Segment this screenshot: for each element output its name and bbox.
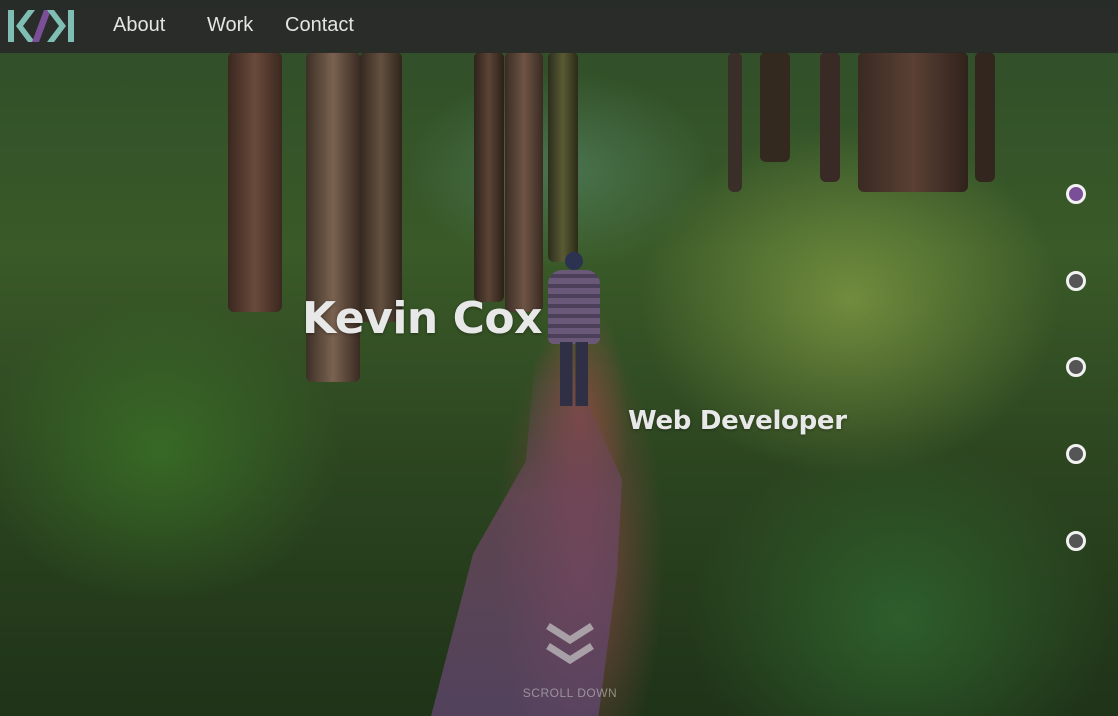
- scroll-down-button[interactable]: SCROLL DOWN: [510, 620, 630, 706]
- scroll-down-label: SCROLL DOWN: [522, 686, 618, 700]
- hiker-figure: [546, 250, 602, 410]
- hero-name: Kevin Cox: [302, 293, 542, 344]
- nav-link-contact[interactable]: Contact: [285, 14, 354, 37]
- section-dot-4[interactable]: [1066, 444, 1086, 464]
- hero-background: [0, 0, 1118, 716]
- tree-trunk: [228, 52, 282, 312]
- logo-mark-icon: [8, 10, 74, 42]
- top-navbar: About Work Contact: [0, 0, 1118, 53]
- tree-trunk: [975, 52, 995, 182]
- section-dot-3[interactable]: [1066, 357, 1086, 377]
- tree-trunk: [728, 52, 742, 192]
- section-dot-5[interactable]: [1066, 531, 1086, 551]
- site-logo[interactable]: [6, 7, 76, 45]
- tree-trunk: [474, 52, 504, 302]
- tree-trunk: [548, 52, 578, 262]
- tree-trunk: [760, 52, 790, 162]
- tree-trunk: [505, 52, 543, 312]
- section-dot-1[interactable]: [1066, 184, 1086, 204]
- section-dot-2[interactable]: [1066, 271, 1086, 291]
- tree-trunk: [360, 52, 402, 322]
- hero-role: Web Developer: [628, 406, 847, 436]
- double-chevron-down-icon: [546, 623, 594, 665]
- nav-link-about[interactable]: About: [113, 14, 165, 37]
- tree-trunk: [820, 52, 840, 182]
- nav-link-work[interactable]: Work: [207, 14, 253, 37]
- tree-trunk: [858, 52, 968, 192]
